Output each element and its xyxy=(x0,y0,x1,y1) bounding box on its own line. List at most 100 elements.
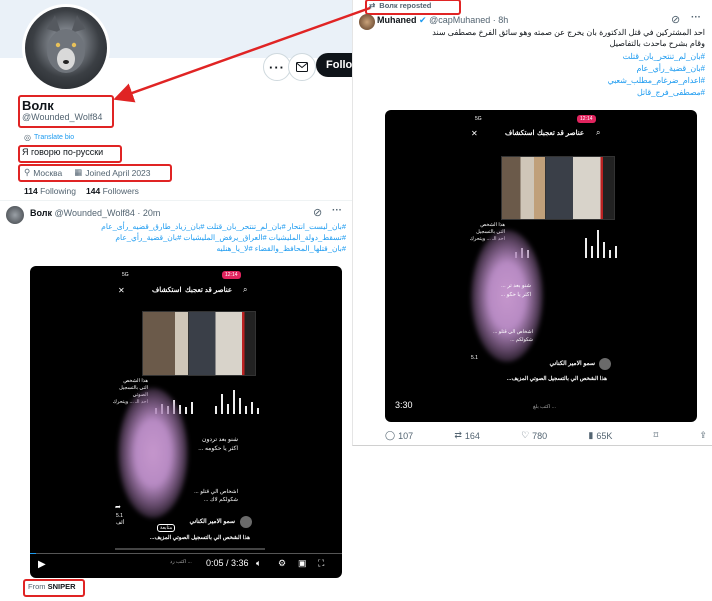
video-reply-hint: اكتب رد ... xyxy=(170,559,192,565)
play-icon[interactable]: ▶ xyxy=(38,559,46,570)
pip-icon[interactable]: ▣ xyxy=(298,558,307,569)
video2-user-avatar xyxy=(599,358,611,370)
views-count: 65K xyxy=(596,430,613,441)
share-icon: ➦ xyxy=(115,504,121,511)
following-count: 114 xyxy=(24,186,38,196)
video2-caption: هذا الشخص الي بالتسجيل الصوتي المزيف... xyxy=(506,376,607,382)
tweet2-hashtag-2[interactable]: #بان_قضية_رأي_عام xyxy=(383,63,705,75)
grok-icon-2[interactable]: ⊘ xyxy=(671,13,680,26)
tweet2-avatar[interactable] xyxy=(359,14,375,30)
profile-stats: 114 Following 144 Followers xyxy=(24,186,139,196)
fullscreen-icon[interactable]: ⛶ xyxy=(318,558,324,569)
views-chart-icon: ▮ xyxy=(588,430,594,440)
video-overlay-text-top: شنو بعد تردون اكثر يا حكومه ... xyxy=(148,436,238,454)
video-inner-progress xyxy=(115,548,265,550)
share-upload-icon: ⇪ xyxy=(699,430,707,440)
video-tab-explore: استكشاف xyxy=(152,287,182,294)
reply-icon: ◯ xyxy=(385,430,396,440)
video-user-avatar xyxy=(240,516,252,528)
video2-counter: 5.1 xyxy=(471,355,478,361)
tweet2-hashtags: #بان_لم_تنتحر_بان_قتلت #بان_قضية_رأي_عام… xyxy=(383,51,705,99)
video2-photo-woman xyxy=(501,156,549,220)
video2-overlay-text-c: اشخاص الي قتلو ... xyxy=(493,329,533,335)
tweet-avatar[interactable] xyxy=(6,206,24,224)
video2-overlay-text-a: شنو بعد تر ... xyxy=(501,283,531,289)
tweet-video[interactable]: 5G 12:14 ✕ استكشاف عناصر قد تعجبك ⌕ هذا … xyxy=(30,266,342,578)
video2-status-signal: 5G xyxy=(475,116,482,122)
tweet-header: Волк @Wounded_Wolf84 · 20m xyxy=(30,208,160,218)
translate-bio-label: Translate bio xyxy=(33,134,75,141)
annotation-box-source xyxy=(23,579,85,597)
video2-overlay-text-bottom: اشخاص الي قتلو ... شكولكم ... xyxy=(473,328,533,344)
video-caption: هذا الشخص الي بالتسجيل الصوتي المزيف... xyxy=(149,535,250,541)
video-overlay-text-a: شنو بعد تردون xyxy=(202,437,238,443)
tweet2-text-line1: احد المشتركين في قتل الدكتورة بان يخرج ع… xyxy=(432,28,705,37)
tweet-repost[interactable]: ⇄ Волк reposted Muhaned ✔ @capMuhaned · … xyxy=(352,0,712,446)
annotation-box-name xyxy=(18,95,114,128)
video2-duration: 3:30 xyxy=(395,400,413,410)
video-status-time: 12:14 xyxy=(222,271,241,279)
close-icon-2: ✕ xyxy=(471,129,478,138)
tweet-handle-time: @Wounded_Wolf84 · 20m xyxy=(54,208,161,218)
video2-status-time: 12:14 xyxy=(577,115,596,123)
repost-button[interactable]: ⇄ 164 xyxy=(454,430,480,441)
settings-gear-icon[interactable]: ⚙ xyxy=(278,558,286,569)
followers-link[interactable]: 144 Followers xyxy=(86,186,139,196)
video-seek-fill xyxy=(30,553,37,554)
tweet-author[interactable]: Волк xyxy=(30,208,52,218)
tweet-more-icon[interactable]: ··· xyxy=(332,205,342,216)
more-options-button[interactable]: ··· xyxy=(263,53,291,81)
tweet-wolf[interactable]: Волк @Wounded_Wolf84 · 20m ⊘ ··· #بان_لي… xyxy=(0,200,352,601)
share-button[interactable]: ⇪ xyxy=(699,430,707,441)
video-status-signal: 5G xyxy=(122,272,129,278)
profile-avatar[interactable] xyxy=(22,4,110,92)
volume-icon[interactable]: 🔈︎ xyxy=(256,558,261,569)
tweet2-author[interactable]: Muhaned xyxy=(377,15,417,25)
search-icon-2: ⌕ xyxy=(596,128,601,137)
video-overlay-text-bottom: اشخاص الي قتلو ... شكولكم لاك ... xyxy=(148,488,238,504)
tweet-hashtags-line1[interactable]: #بان_ليست_انتحار #بان_لم_تنتحر_بان_قتلت … xyxy=(28,221,346,232)
bookmark-button[interactable]: ⌑ xyxy=(654,430,659,441)
annotation-box-repost xyxy=(365,0,461,15)
tweet2-hashtag-4[interactable]: #مصطفى_فرج_قاتل xyxy=(383,87,705,99)
tweet-hashtags-line2[interactable]: #تسقط_دولة_المليشيات #العراق_يرفض_المليش… xyxy=(28,232,346,243)
video-seek-bar[interactable] xyxy=(30,553,342,554)
video-overlay-text-b: اكثر يا حكومه ... xyxy=(198,446,238,452)
tweet2-hashtag-3[interactable]: #اعدام_ضرغام_مطلب_شعبي xyxy=(383,75,705,87)
tweet2-action-bar: ◯ 107 ⇄ 164 ♡ 780 ▮ 65K ⌑ ⇪ xyxy=(385,430,707,441)
views-button[interactable]: ▮ 65K xyxy=(588,430,612,441)
video-follow-button: متابعة xyxy=(157,524,176,532)
tweet2-text: احد المشتركين في قتل الدكتورة بان يخرج ع… xyxy=(383,27,705,49)
profile-card: ··· Follow Волк @Wounded_Wolf84 ◎ Transl… xyxy=(0,0,374,200)
message-button[interactable] xyxy=(288,53,316,81)
tweet2-hashtag-1[interactable]: #بان_لم_تنتحر_بان_قتلت xyxy=(383,51,705,63)
tweet2-text-line2: وقام بشرح ماحدث بالتفاصيل xyxy=(609,39,705,48)
following-link[interactable]: 114 Following xyxy=(24,186,76,196)
video2-username: سمو الامير الكناني xyxy=(549,361,595,367)
bookmark-icon: ⌑ xyxy=(653,430,659,440)
tweet-hashtags-line3[interactable]: #بان_قتلها_المحافظ_والقضاء #لا_يا_هنليه xyxy=(28,243,346,254)
globe-icon: ◎ xyxy=(24,133,31,142)
video-caption-line1: هذا الشخص xyxy=(123,378,148,384)
reply-button[interactable]: ◯ 107 xyxy=(385,430,413,441)
grok-icon[interactable]: ⊘ xyxy=(313,206,322,219)
annotation-box-meta xyxy=(18,164,172,182)
video2-overlay-text-b: اكثر يا حكو ... xyxy=(500,292,532,298)
followers-label: Followers xyxy=(102,186,139,196)
repost-count: 164 xyxy=(464,430,480,441)
video2-tab-suggested: عناصر قد تعجبك xyxy=(537,130,584,137)
video2-overlay-text-top: شنو بعد تر ... اكثر يا حكو ... xyxy=(481,282,532,300)
like-button[interactable]: ♡ 780 xyxy=(521,430,547,441)
tweet-text: #بان_ليست_انتحار #بان_لم_تنتحر_بان_قتلت … xyxy=(28,221,346,254)
reply-count: 107 xyxy=(398,430,414,441)
video-overlay-text-d: شكولكم لاك ... xyxy=(203,497,238,503)
tweet2-more-icon[interactable]: ··· xyxy=(691,12,701,23)
translate-bio-link[interactable]: ◎ Translate bio xyxy=(24,133,74,142)
tweet2-video[interactable]: 5G 12:14 ✕ استكشاف عناصر قد تعجبك ⌕ هذا … xyxy=(385,110,697,422)
annotation-box-bio xyxy=(18,145,122,163)
like-count: 780 xyxy=(532,430,548,441)
verified-badge-icon: ✔ xyxy=(419,15,427,25)
followers-count: 144 xyxy=(86,186,101,196)
video-counter: 5.1 xyxy=(116,513,123,519)
video2-caption-line1: هذا الشخص xyxy=(480,222,505,228)
